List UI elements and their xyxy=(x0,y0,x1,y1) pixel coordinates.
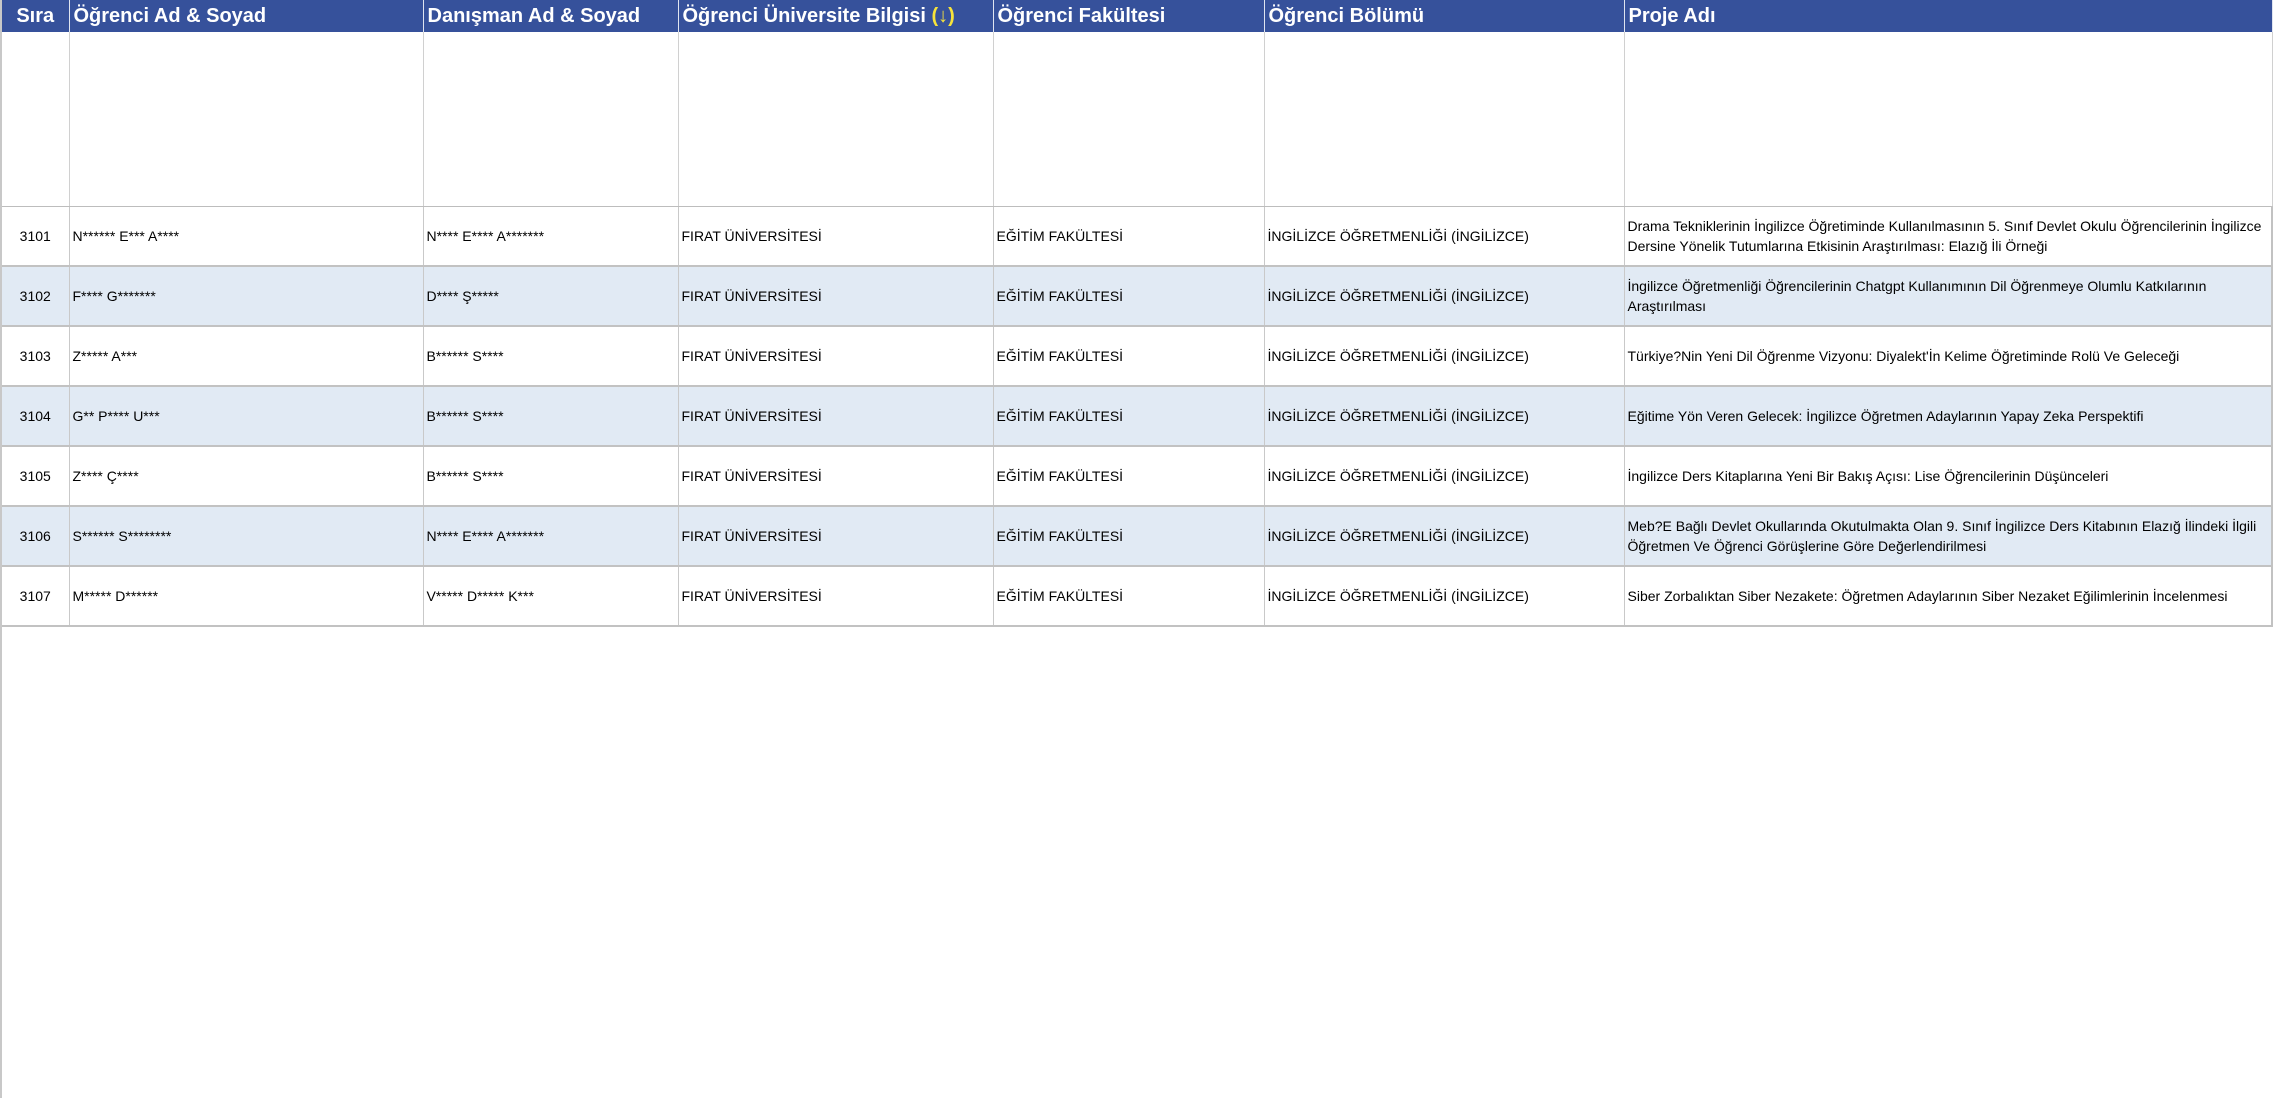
cell-fakulte[interactable]: EĞİTİM FAKÜLTESİ xyxy=(993,386,1265,447)
header-sira[interactable]: Sıra xyxy=(2,0,70,32)
spreadsheet: Sıra Öğrenci Ad & Soyad Danışman Ad & So… xyxy=(0,0,2273,1098)
cell-proje[interactable]: Drama Tekniklerinin İngilizce Öğretimind… xyxy=(1624,206,2273,267)
cell-fakulte[interactable]: EĞİTİM FAKÜLTESİ xyxy=(993,566,1265,627)
header-bolum[interactable]: Öğrenci Bölümü xyxy=(1264,0,1625,32)
cell-danisman[interactable]: V***** D***** K*** xyxy=(423,566,679,627)
header-row: Sıra Öğrenci Ad & Soyad Danışman Ad & So… xyxy=(2,0,2273,32)
cell-bolum[interactable]: İNGİLİZCE ÖĞRETMENLİĞİ (İNGİLİZCE) xyxy=(1264,566,1625,627)
cell-danisman[interactable]: B****** S**** xyxy=(423,326,679,387)
table-row[interactable]: 3103 Z***** A*** B****** S**** FIRAT ÜNİVER… xyxy=(2,326,2273,387)
header-fakulte[interactable]: Öğrenci Fakültesi xyxy=(993,0,1265,32)
table-row[interactable]: 3106 S****** S******** N**** E**** A******… xyxy=(2,506,2273,567)
empty-cell xyxy=(1264,32,1625,207)
cell-ogrenci[interactable]: N****** E*** A**** xyxy=(69,206,424,267)
cell-ogrenci[interactable]: G** P**** U*** xyxy=(69,386,424,447)
cell-proje[interactable]: İngilizce Öğretmenliği Öğrencilerinin Ch… xyxy=(1624,266,2273,327)
cell-fakulte[interactable]: EĞİTİM FAKÜLTESİ xyxy=(993,206,1265,267)
cell-ogrenci[interactable]: M***** D****** xyxy=(69,566,424,627)
cell-proje[interactable]: Meb?E Bağlı Devlet Okullarında Okutulmak… xyxy=(1624,506,2273,567)
header-universite-label: Öğrenci Üniversite Bilgisi xyxy=(682,4,926,27)
cell-danisman[interactable]: N**** E**** A******* xyxy=(423,506,679,567)
sort-descending-icon[interactable]: (↓) xyxy=(931,5,954,27)
cell-sira[interactable]: 3107 xyxy=(2,566,70,627)
cell-proje[interactable]: Siber Zorbalıktan Siber Nezakete: Öğretm… xyxy=(1624,566,2273,627)
empty-cell xyxy=(1624,32,2273,207)
cell-fakulte[interactable]: EĞİTİM FAKÜLTESİ xyxy=(993,266,1265,327)
cell-sira[interactable]: 3102 xyxy=(2,266,70,327)
cell-fakulte[interactable]: EĞİTİM FAKÜLTESİ xyxy=(993,446,1265,507)
cell-ogrenci[interactable]: Z***** A*** xyxy=(69,326,424,387)
header-proje[interactable]: Proje Adı xyxy=(1624,0,2273,32)
cell-fakulte[interactable]: EĞİTİM FAKÜLTESİ xyxy=(993,506,1265,567)
cell-proje[interactable]: Türkiye?Nin Yeni Dil Öğrenme Vizyonu: Di… xyxy=(1624,326,2273,387)
cell-bolum[interactable]: İNGİLİZCE ÖĞRETMENLİĞİ (İNGİLİZCE) xyxy=(1264,326,1625,387)
cell-proje[interactable]: Eğitime Yön Veren Gelecek: İngilizce Öğr… xyxy=(1624,386,2273,447)
cell-danisman[interactable]: B****** S**** xyxy=(423,386,679,447)
table-row[interactable]: 3105 Z**** Ç**** B****** S**** FIRAT ÜNİVER… xyxy=(2,446,2273,507)
cell-universite[interactable]: FIRAT ÜNİVERSİTESİ xyxy=(678,506,994,567)
cell-ogrenci[interactable]: F**** G******* xyxy=(69,266,424,327)
cell-bolum[interactable]: İNGİLİZCE ÖĞRETMENLİĞİ (İNGİLİZCE) xyxy=(1264,446,1625,507)
cell-universite[interactable]: FIRAT ÜNİVERSİTESİ xyxy=(678,386,994,447)
cell-danisman[interactable]: B****** S**** xyxy=(423,446,679,507)
cell-bolum[interactable]: İNGİLİZCE ÖĞRETMENLİĞİ (İNGİLİZCE) xyxy=(1264,206,1625,267)
cell-universite[interactable]: FIRAT ÜNİVERSİTESİ xyxy=(678,206,994,267)
cell-bolum[interactable]: İNGİLİZCE ÖĞRETMENLİĞİ (İNGİLİZCE) xyxy=(1264,506,1625,567)
table-row[interactable]: 3107 M***** D****** V***** D***** K*** FIRA… xyxy=(2,566,2273,627)
empty-cell xyxy=(993,32,1265,207)
cell-universite[interactable]: FIRAT ÜNİVERSİTESİ xyxy=(678,566,994,627)
cell-universite[interactable]: FIRAT ÜNİVERSİTESİ xyxy=(678,446,994,507)
cell-bolum[interactable]: İNGİLİZCE ÖĞRETMENLİĞİ (İNGİLİZCE) xyxy=(1264,386,1625,447)
cell-bolum[interactable]: İNGİLİZCE ÖĞRETMENLİĞİ (İNGİLİZCE) xyxy=(1264,266,1625,327)
cell-sira[interactable]: 3104 xyxy=(2,386,70,447)
cell-danisman[interactable]: N**** E**** A******* xyxy=(423,206,679,267)
table-row[interactable]: 3104 G** P**** U*** B****** S**** FIRAT ÜNİ… xyxy=(2,386,2273,447)
cell-universite[interactable]: FIRAT ÜNİVERSİTESİ xyxy=(678,326,994,387)
cell-sira[interactable]: 3103 xyxy=(2,326,70,387)
header-danisman[interactable]: Danışman Ad & Soyad xyxy=(423,0,679,32)
cell-ogrenci[interactable]: Z**** Ç**** xyxy=(69,446,424,507)
cell-sira[interactable]: 3105 xyxy=(2,446,70,507)
empty-cell xyxy=(678,32,994,207)
empty-cell xyxy=(2,32,70,207)
cell-fakulte[interactable]: EĞİTİM FAKÜLTESİ xyxy=(993,326,1265,387)
cell-proje[interactable]: İngilizce Ders Kitaplarına Yeni Bir Bakı… xyxy=(1624,446,2273,507)
cell-danisman[interactable]: D**** Ş***** xyxy=(423,266,679,327)
empty-cell xyxy=(69,32,424,207)
table-row[interactable]: 3102 F**** G******* D**** Ş***** FIRAT ÜNİV… xyxy=(2,266,2273,327)
header-ogrenci[interactable]: Öğrenci Ad & Soyad xyxy=(69,0,424,32)
empty-row xyxy=(2,32,2273,207)
cell-sira[interactable]: 3106 xyxy=(2,506,70,567)
cell-ogrenci[interactable]: S****** S******** xyxy=(69,506,424,567)
cell-universite[interactable]: FIRAT ÜNİVERSİTESİ xyxy=(678,266,994,327)
table-row[interactable]: 3101 N****** E*** A**** N**** E**** A*****… xyxy=(2,206,2273,267)
cell-sira[interactable]: 3101 xyxy=(2,206,70,267)
empty-cell xyxy=(423,32,679,207)
header-universite[interactable]: Öğrenci Üniversite Bilgisi (↓) xyxy=(678,0,994,32)
projects-table: Sıra Öğrenci Ad & Soyad Danışman Ad & So… xyxy=(2,0,2273,627)
